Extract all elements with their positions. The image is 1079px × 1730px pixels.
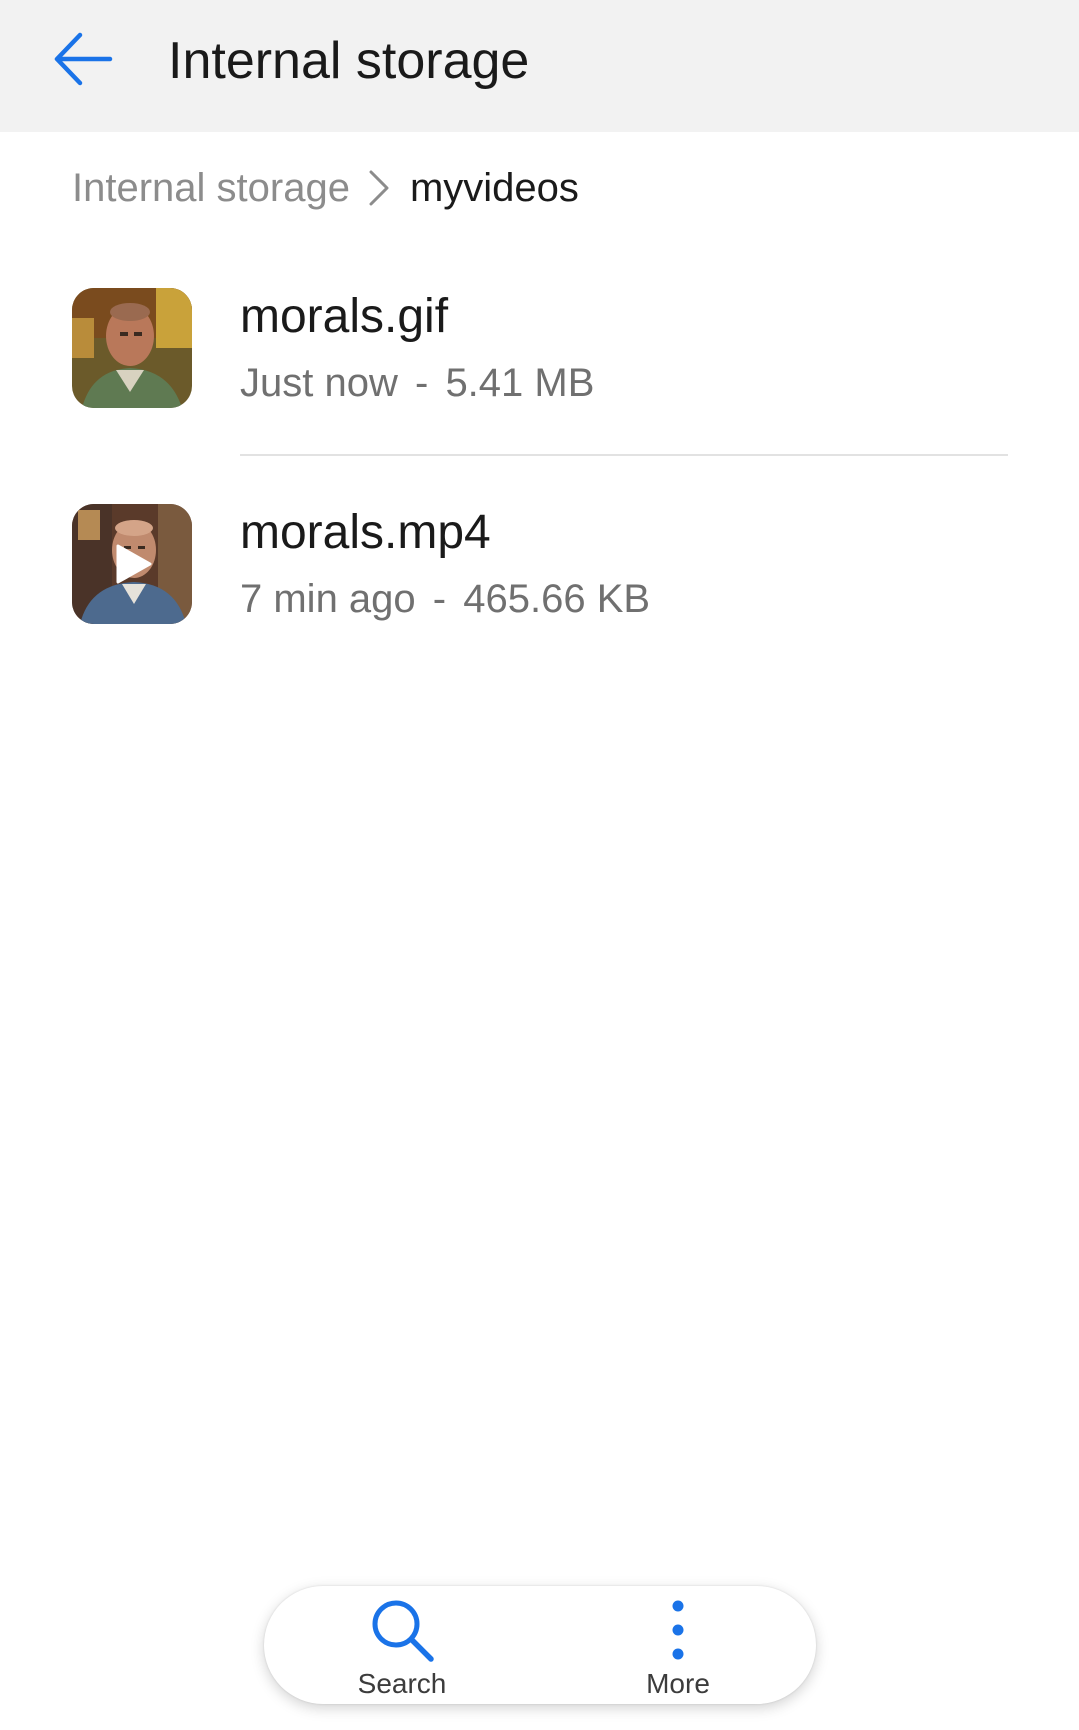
breadcrumb-current: myvideos [409,165,579,210]
file-name: morals.gif [240,290,449,343]
back-button[interactable] [48,28,118,94]
breadcrumb-root[interactable]: Internal storage [72,166,350,211]
breadcrumb: Internal storage myvideos [72,160,579,216]
arrow-left-icon [52,31,114,92]
meta-separator: - [414,361,429,405]
file-size: 465.66 KB [463,577,651,621]
file-meta: 7 min ago - 465.66 KB [240,574,650,624]
file-time: 7 min ago [240,577,416,621]
meta-separator: - [432,577,447,621]
search-label: Search [357,1668,447,1699]
list-item[interactable]: morals.mp4 7 min ago - 465.66 KB [0,476,1079,692]
chevron-right-icon [368,169,390,207]
play-icon [114,542,154,586]
file-time: Just now [240,361,398,405]
file-name: morals.mp4 [240,506,491,559]
more-vertical-icon [642,1594,714,1666]
gif-thumbnail [72,288,192,408]
more-button[interactable]: More [540,1586,816,1704]
more-label: More [646,1668,710,1699]
search-icon [366,1594,438,1666]
list-item[interactable]: morals.gif Just now - 5.41 MB [0,260,1079,476]
search-button[interactable]: Search [264,1586,540,1704]
page-title: Internal storage [168,32,530,90]
divider [240,454,1008,456]
file-meta: Just now - 5.41 MB [240,358,594,408]
file-list: morals.gif Just now - 5.41 MB morals.mp4… [0,260,1079,692]
file-manager-screen: Internal storage Internal storage myvide… [0,0,1079,1730]
bottom-toolbar: Search More [264,1586,816,1704]
top-app-bar: Internal storage [0,0,1079,132]
file-size: 5.41 MB [445,361,595,405]
